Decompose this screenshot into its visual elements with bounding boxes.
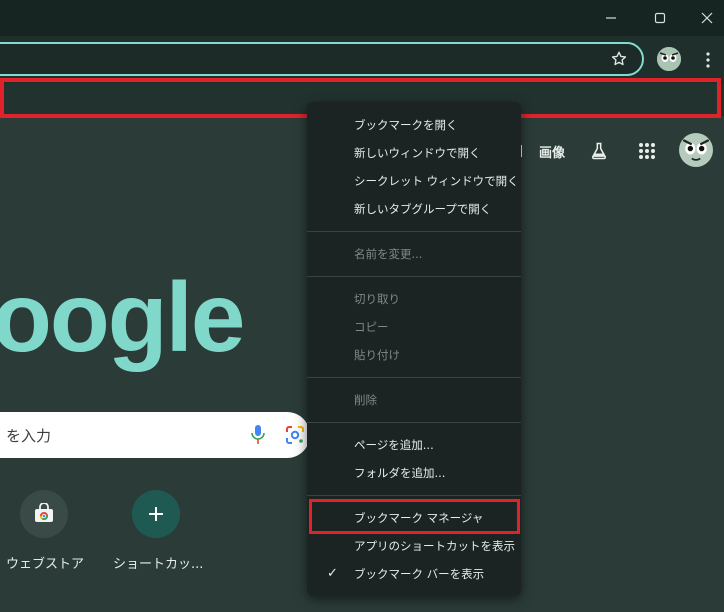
menu-item-show-bookmark-bar[interactable]: ✓ ブックマーク バーを表示 xyxy=(307,562,521,586)
menu-item-label: シークレット ウィンドウで開く xyxy=(354,174,519,188)
account-avatar[interactable] xyxy=(679,133,713,167)
close-icon xyxy=(701,12,713,24)
avatar-icon xyxy=(679,133,713,167)
star-icon xyxy=(611,51,627,66)
menu-separator xyxy=(307,276,521,277)
google-logo: oogle xyxy=(0,262,245,372)
menu-item-label: 新しいタブグループで開く xyxy=(354,202,492,216)
apps-grid-icon xyxy=(639,143,655,159)
menu-item-delete: 削除 xyxy=(307,388,521,412)
bookmark-star-button[interactable] xyxy=(608,48,630,70)
menu-separator xyxy=(307,422,521,423)
apps-button[interactable] xyxy=(638,136,656,166)
address-bar[interactable] xyxy=(0,42,644,76)
menu-item-label: 貼り付け xyxy=(354,348,400,362)
menu-separator xyxy=(307,231,521,232)
menu-item-label: 名前を変更... xyxy=(354,247,423,261)
maximize-icon xyxy=(654,12,666,24)
close-button[interactable] xyxy=(684,0,724,36)
search-placeholder: を入力 xyxy=(6,427,52,445)
menu-item-label: 切り取り xyxy=(354,292,400,306)
menu-item-open-new-window[interactable]: 新しいウィンドウで開く xyxy=(307,141,521,165)
menu-item-add-page[interactable]: ページを追加... xyxy=(307,433,521,457)
shortcut-webstore[interactable] xyxy=(20,490,68,538)
maximize-button[interactable] xyxy=(637,0,683,36)
menu-item-label: 削除 xyxy=(354,393,377,407)
menu-item-label: ブックマークを開く xyxy=(354,118,458,132)
menu-item-open-bookmarks[interactable]: ブックマークを開く xyxy=(307,113,521,137)
shortcut-webstore-label: ウェブストア xyxy=(6,557,85,572)
flask-icon xyxy=(591,142,607,160)
menu-item-label: フォルダを追加... xyxy=(354,466,446,480)
avatar-icon xyxy=(657,47,681,71)
microphone-icon[interactable] xyxy=(250,424,266,446)
menu-item-open-incognito[interactable]: シークレット ウィンドウで開く xyxy=(307,169,521,193)
menu-item-label: ブックマーク バーを表示 xyxy=(354,567,485,581)
add-shortcut-button[interactable] xyxy=(132,490,180,538)
menu-item-cut: 切り取り xyxy=(307,287,521,311)
menu-item-open-tab-group[interactable]: 新しいタブグループで開く xyxy=(307,197,521,221)
menu-separator xyxy=(307,377,521,378)
chrome-menu-button[interactable] xyxy=(698,47,718,73)
minimize-icon xyxy=(606,17,616,19)
menu-item-add-folder[interactable]: フォルダを追加... xyxy=(307,461,521,485)
add-shortcut-label: ショートカッ... xyxy=(113,557,204,572)
menu-item-label: アプリのショートカットを表示 xyxy=(354,539,515,553)
plus-icon xyxy=(149,507,163,521)
menu-separator xyxy=(307,495,521,496)
minimize-button[interactable] xyxy=(588,0,634,36)
google-lens-icon[interactable] xyxy=(284,424,306,446)
menu-item-label: コピー xyxy=(354,320,389,334)
menu-item-copy: コピー xyxy=(307,315,521,339)
menu-item-label: 新しいウィンドウで開く xyxy=(354,146,481,160)
chrome-web-store-icon xyxy=(35,503,53,522)
labs-button[interactable] xyxy=(589,136,609,166)
menu-item-label: ページを追加... xyxy=(354,438,434,452)
menu-item-rename: 名前を変更... xyxy=(307,242,521,266)
menu-item-show-app-shortcuts[interactable]: アプリのショートカットを表示 xyxy=(307,534,521,558)
menu-item-paste: 貼り付け xyxy=(307,343,521,367)
check-icon: ✓ xyxy=(327,566,338,581)
ntp-search-box[interactable]: を入力 xyxy=(0,412,310,458)
bookmark-manager-highlight xyxy=(309,499,520,534)
images-link[interactable]: 画像 xyxy=(539,136,565,166)
profile-avatar-button[interactable] xyxy=(657,47,681,71)
more-vert-icon xyxy=(706,52,710,68)
